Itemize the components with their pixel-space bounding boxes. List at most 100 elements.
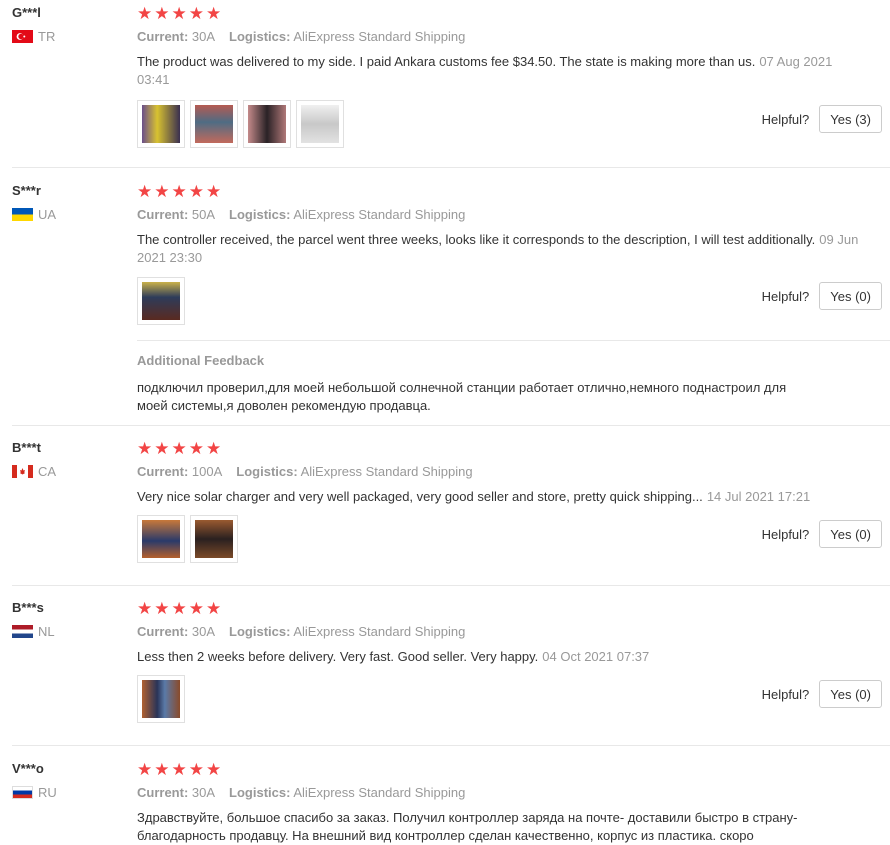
- logistics-value: AliExpress Standard Shipping: [293, 624, 466, 639]
- flag-ca-icon: [12, 465, 33, 478]
- review-photo[interactable]: [296, 100, 344, 148]
- reviewer-country: TR: [12, 29, 55, 44]
- order-attributes: Current: 30A Logistics: AliExpress Standa…: [137, 785, 465, 800]
- order-attributes: Current: 100A Logistics: AliExpress Stand…: [137, 464, 473, 479]
- star-icon: ★: [171, 182, 187, 201]
- reviewer-name: B***t: [12, 440, 41, 455]
- current-label: Current:: [137, 624, 189, 639]
- current-value: 50A: [191, 207, 216, 222]
- country-code: NL: [38, 624, 55, 639]
- flag-nl-icon: [12, 625, 33, 638]
- current-value: 30A: [191, 624, 216, 639]
- current-label: Current:: [137, 207, 189, 222]
- current-value: 100A: [191, 464, 223, 479]
- review-divider: [12, 585, 890, 586]
- star-icon: ★: [206, 182, 222, 201]
- current-value: 30A: [191, 29, 216, 44]
- review-photo[interactable]: [243, 100, 291, 148]
- current-label: Current:: [137, 785, 189, 800]
- review-divider: [12, 425, 890, 426]
- helpful-section: Helpful? Yes (0): [762, 282, 882, 310]
- star-icon: ★: [154, 760, 170, 779]
- review-text: Less then 2 weeks before delivery. Very …: [137, 648, 857, 666]
- star-icon: ★: [137, 439, 153, 458]
- helpful-yes-button[interactable]: Yes (3): [819, 105, 882, 133]
- helpful-section: Helpful? Yes (0): [762, 520, 882, 548]
- reviewer-country: CA: [12, 464, 56, 479]
- country-code: CA: [38, 464, 57, 479]
- logistics-label: Logistics:: [229, 624, 291, 639]
- review: S***r UA ★ ★ ★ ★ ★ Current: 50A Logistics: Al…: [0, 183, 890, 426]
- reviewer-country: RU: [12, 785, 57, 800]
- additional-feedback-text: подключил проверил,для моей небольшой со…: [137, 380, 787, 413]
- review: V***o RU ★ ★ ★ ★ ★ Current: 30A Logistics: Al…: [0, 761, 890, 845]
- star-rating: ★ ★ ★ ★ ★: [137, 5, 221, 22]
- reviewer-country: NL: [12, 624, 55, 639]
- review-photo[interactable]: [137, 100, 185, 148]
- review-divider: [12, 745, 890, 746]
- current-value: 30A: [191, 785, 216, 800]
- star-icon: ★: [171, 760, 187, 779]
- current-label: Current:: [137, 464, 189, 479]
- review-body: Здравствуйте, большое спасибо за заказ. …: [137, 810, 798, 843]
- flag-tr-icon: [12, 30, 33, 43]
- review-body: Less then 2 weeks before delivery. Very …: [137, 649, 539, 664]
- review-photos: [137, 675, 185, 723]
- star-icon: ★: [171, 4, 187, 23]
- reviewer-country: UA: [12, 207, 56, 222]
- review-divider: [12, 167, 890, 168]
- logistics-label: Logistics:: [229, 785, 291, 800]
- review-photo[interactable]: [190, 100, 238, 148]
- helpful-label: Helpful?: [761, 526, 810, 542]
- logistics-label: Logistics:: [229, 29, 291, 44]
- star-icon: ★: [188, 599, 204, 618]
- flag-ua-icon: [12, 208, 33, 221]
- helpful-yes-button[interactable]: Yes (0): [819, 680, 882, 708]
- helpful-yes-button[interactable]: Yes (0): [819, 282, 882, 310]
- order-attributes: Current: 30A Logistics: AliExpress Standa…: [137, 624, 465, 639]
- star-icon: ★: [154, 439, 170, 458]
- review-date: 14 Jul 2021 17:21: [706, 489, 811, 504]
- star-icon: ★: [137, 599, 153, 618]
- star-icon: ★: [137, 4, 153, 23]
- star-icon: ★: [154, 4, 170, 23]
- review-photo[interactable]: [190, 515, 238, 563]
- logistics-label: Logistics:: [229, 207, 291, 222]
- review: B***t CA ★ ★ ★ ★ ★ Current: 100A Logistics: A…: [0, 440, 890, 586]
- star-icon: ★: [206, 4, 222, 23]
- star-icon: ★: [154, 599, 170, 618]
- star-icon: ★: [206, 439, 222, 458]
- star-rating: ★ ★ ★ ★ ★: [137, 183, 221, 200]
- review-photo[interactable]: [137, 675, 185, 723]
- logistics-value: AliExpress Standard Shipping: [300, 464, 473, 479]
- reviewer-name: B***s: [12, 600, 44, 615]
- helpful-label: Helpful?: [761, 686, 810, 702]
- star-icon: ★: [188, 4, 204, 23]
- star-icon: ★: [188, 760, 204, 779]
- logistics-label: Logistics:: [236, 464, 298, 479]
- helpful-yes-button[interactable]: Yes (0): [819, 520, 882, 548]
- review-photo[interactable]: [137, 515, 185, 563]
- reviewer-name: V***o: [12, 761, 44, 776]
- star-icon: ★: [137, 182, 153, 201]
- helpful-label: Helpful?: [761, 111, 810, 127]
- helpful-section: Helpful? Yes (3): [762, 105, 882, 133]
- review-photo[interactable]: [137, 277, 185, 325]
- review-text: Здравствуйте, большое спасибо за заказ. …: [137, 809, 837, 845]
- review: B***s NL ★ ★ ★ ★ ★ Current: 30A Logistics: Al…: [0, 600, 890, 746]
- star-icon: ★: [171, 599, 187, 618]
- logistics-value: AliExpress Standard Shipping: [293, 785, 466, 800]
- review-body: Very nice solar charger and very well pa…: [137, 489, 703, 504]
- review-body: The controller received, the parcel went…: [137, 232, 816, 247]
- star-icon: ★: [171, 439, 187, 458]
- star-icon: ★: [154, 182, 170, 201]
- review-text: The controller received, the parcel went…: [137, 231, 877, 267]
- star-icon: ★: [206, 599, 222, 618]
- helpful-label: Helpful?: [761, 288, 810, 304]
- star-rating: ★ ★ ★ ★ ★: [137, 600, 221, 617]
- star-rating: ★ ★ ★ ★ ★: [137, 761, 221, 778]
- star-icon: ★: [206, 760, 222, 779]
- country-code: TR: [38, 29, 56, 44]
- reviewer-name: S***r: [12, 183, 41, 198]
- review: G***l TR ★ ★ ★ ★ ★ Current: 30A Logistics: Al…: [0, 5, 890, 168]
